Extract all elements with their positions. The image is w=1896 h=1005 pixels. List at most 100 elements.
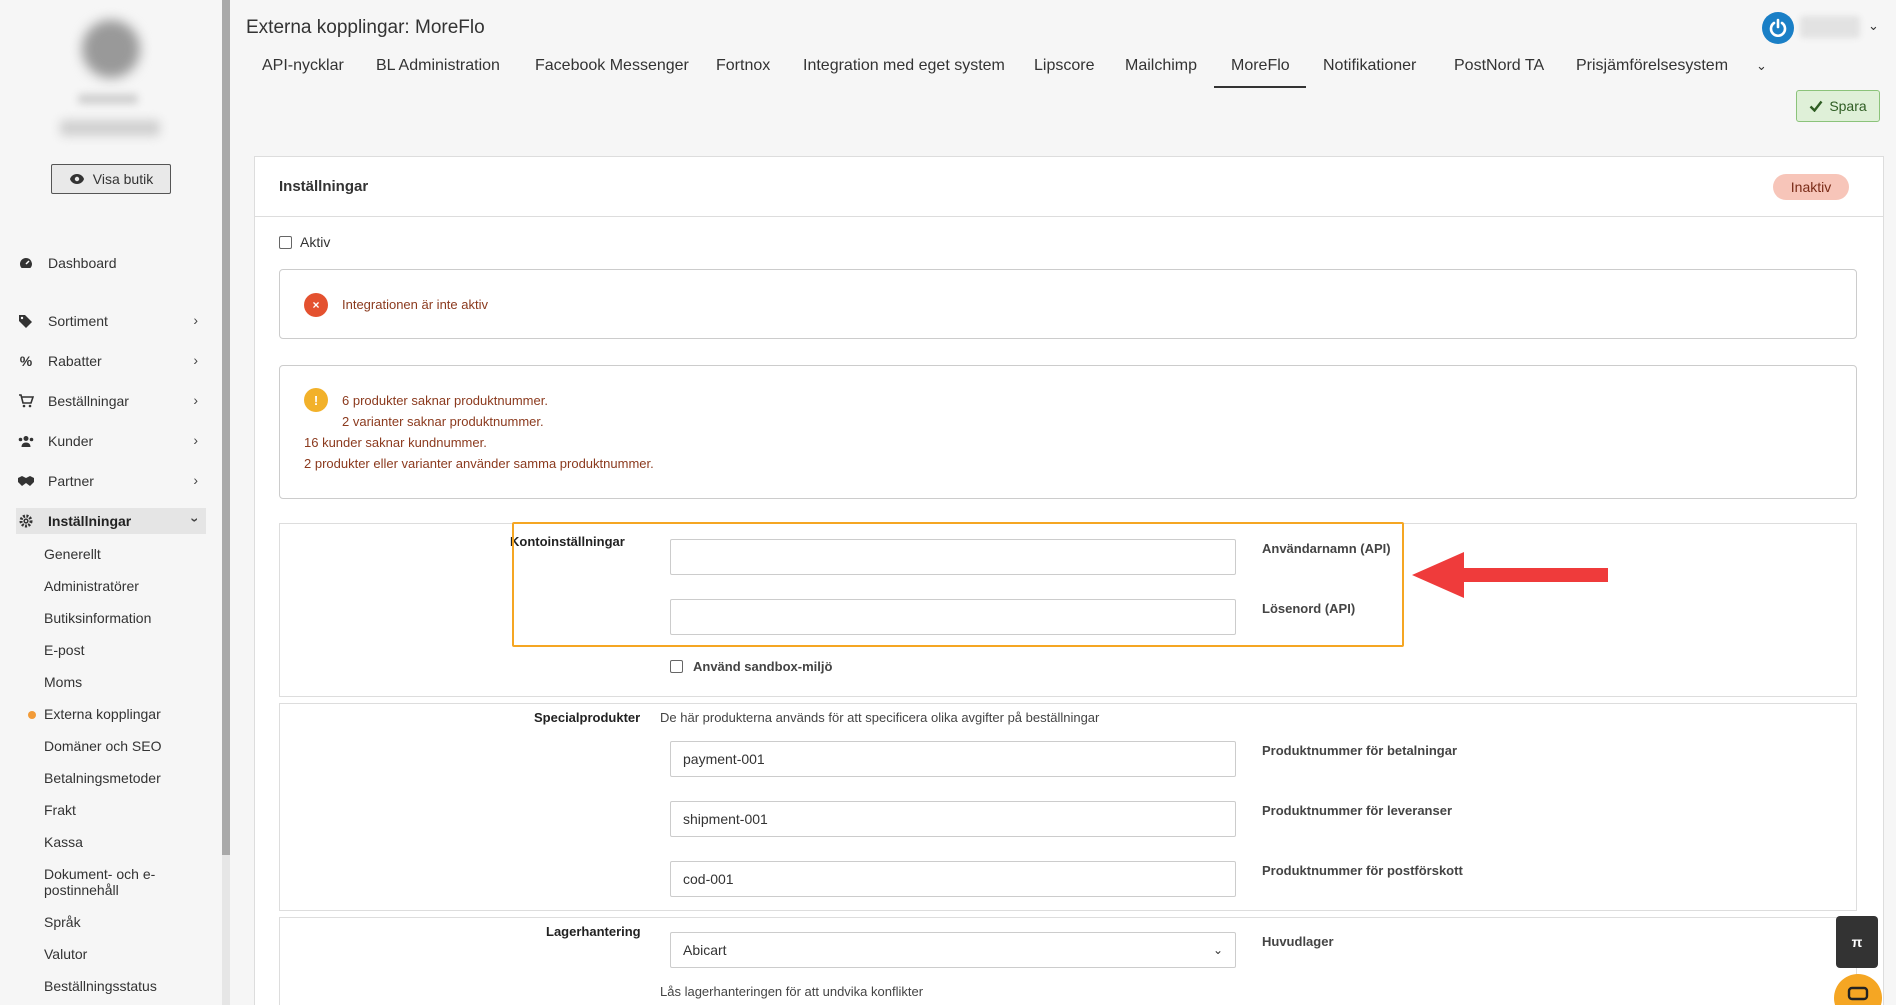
- sidebar-sub-kassa[interactable]: Kassa: [44, 834, 194, 850]
- sidebar-sub-sprak[interactable]: Språk: [44, 914, 194, 930]
- dashboard-icon: [16, 257, 36, 269]
- sidebar-item-label: Kunder: [48, 433, 94, 449]
- eye-icon: [69, 174, 84, 184]
- chevron-right-icon: ›: [193, 352, 198, 368]
- main-stock-select[interactable]: Abicart ⌄: [670, 932, 1236, 968]
- scrollbar-thumb[interactable]: [222, 0, 230, 855]
- chevron-down-icon: ›: [187, 517, 204, 523]
- main-stock-selected: Abicart: [683, 942, 727, 958]
- page-title: Externa kopplingar: MoreFlo: [246, 17, 485, 38]
- warning-alert: ! 6 produkter saknar produktnummer. 2 va…: [279, 365, 1857, 499]
- avatar: [82, 20, 140, 78]
- tab-prisjamforelsesystem[interactable]: Prisjämförelsesystem: [1576, 57, 1728, 75]
- special-description: De här produkterna används för att speci…: [660, 710, 1100, 725]
- cod-product-label: Produktnummer för postförskott: [1262, 863, 1463, 878]
- stock-section-label: Lagerhantering: [546, 924, 641, 939]
- sidebar-sub-frakt[interactable]: Frakt: [44, 802, 194, 818]
- sandbox-checkbox-row[interactable]: Använd sandbox-miljö: [670, 659, 832, 674]
- aktiv-label: Aktiv: [300, 234, 331, 250]
- chevron-right-icon: ›: [193, 472, 198, 488]
- gear-icon: [16, 514, 36, 528]
- tab-api-nycklar[interactable]: API-nycklar: [262, 57, 344, 75]
- check-icon: [1809, 100, 1823, 112]
- stock-lock-note: Lås lagerhanteringen för att undvika kon…: [660, 984, 924, 999]
- sidebar-item-label: Rabatter: [48, 353, 102, 369]
- chevron-down-icon: ⌄: [1212, 943, 1223, 957]
- tab-lipscore[interactable]: Lipscore: [1034, 57, 1094, 75]
- sidebar-scrollbar[interactable]: [222, 0, 230, 1005]
- tabs-more-chevron-icon[interactable]: ⌄: [1756, 58, 1767, 74]
- tags-icon: [16, 314, 36, 328]
- sidebar-item-bestallningar[interactable]: Beställningar ›: [16, 388, 206, 414]
- sidebar-sub-domaner-seo[interactable]: Domäner och SEO: [44, 738, 194, 754]
- sidebar-item-label: Inställningar: [48, 513, 132, 529]
- aktiv-checkbox-row[interactable]: Aktiv: [279, 234, 330, 250]
- sidebar-item-dashboard[interactable]: Dashboard: [16, 250, 206, 276]
- payment-product-input[interactable]: [670, 741, 1236, 777]
- shipment-product-label: Produktnummer för leveranser: [1262, 803, 1453, 818]
- chevron-right-icon: ›: [193, 432, 198, 448]
- sidebar-item-installningar[interactable]: Inställningar ›: [16, 508, 206, 534]
- sandbox-label: Använd sandbox-miljö: [693, 659, 833, 674]
- error-message: Integrationen är inte aktiv: [342, 297, 488, 312]
- spara-button[interactable]: Spara: [1796, 90, 1880, 122]
- sidebar-sub-betalningsmetoder[interactable]: Betalningsmetoder: [44, 770, 194, 786]
- chevron-right-icon: ›: [193, 392, 198, 408]
- tab-fortnox[interactable]: Fortnox: [716, 57, 770, 75]
- stock-section: Lagerhantering Abicart ⌄ Huvudlager Lås …: [279, 917, 1857, 1005]
- handshake-icon: [16, 475, 36, 487]
- user-name-blurred[interactable]: [1800, 16, 1860, 38]
- sidebar-sub-valutor[interactable]: Valutor: [44, 946, 194, 962]
- sidebar-sub-bestallningsstatus[interactable]: Beställningsstatus: [44, 978, 194, 994]
- sidebar-item-sortiment[interactable]: Sortiment ›: [16, 308, 206, 334]
- error-alert: × Integrationen är inte aktiv: [279, 269, 1857, 339]
- tab-moreflo[interactable]: MoreFlo: [1231, 57, 1290, 75]
- active-tab-indicator: [1214, 86, 1306, 88]
- sandbox-checkbox[interactable]: [670, 660, 683, 673]
- sidebar-item-label: Dashboard: [48, 255, 117, 271]
- special-section-label: Specialprodukter: [534, 710, 641, 725]
- sidebar-sub-butiksinformation[interactable]: Butiksinformation: [44, 610, 194, 626]
- chevron-right-icon: ›: [193, 312, 198, 328]
- sidebar-sub-moms[interactable]: Moms: [44, 674, 194, 690]
- special-products-section: Specialprodukter De här produkterna anvä…: [279, 703, 1857, 911]
- warning-line: 2 produkter eller varianter använder sam…: [304, 456, 654, 471]
- tab-notifikationer[interactable]: Notifikationer: [1323, 57, 1416, 75]
- visa-butik-button[interactable]: Visa butik: [51, 164, 171, 194]
- sidebar-sub-epost[interactable]: E-post: [44, 642, 194, 658]
- sidebar-sub-generellt[interactable]: Generellt: [44, 546, 194, 562]
- store-info-blurred: [60, 120, 160, 136]
- tab-facebook-messenger[interactable]: Facebook Messenger: [535, 57, 689, 75]
- sidebar-sub-dokument[interactable]: Dokument- och e-postinnehåll: [44, 866, 174, 898]
- sidebar-sub-administratorer[interactable]: Administratörer: [44, 578, 194, 594]
- panel-title: Inställningar: [279, 178, 369, 195]
- main-stock-label: Huvudlager: [1262, 934, 1334, 949]
- power-icon[interactable]: [1762, 12, 1794, 44]
- tab-mailchimp[interactable]: Mailchimp: [1125, 57, 1197, 75]
- sidebar-item-partner[interactable]: Partner ›: [16, 468, 206, 494]
- store-name-blurred: [78, 94, 138, 104]
- sidebar-sub-externa-kopplingar[interactable]: Externa kopplingar: [28, 706, 194, 722]
- tab-bl-administration[interactable]: BL Administration: [376, 57, 500, 75]
- chevron-down-icon[interactable]: ⌄: [1868, 18, 1879, 34]
- error-x-icon: ×: [304, 293, 328, 317]
- sidebar-item-kunder[interactable]: Kunder ›: [16, 428, 206, 454]
- cod-product-input[interactable]: [670, 861, 1236, 897]
- shipment-product-input[interactable]: [670, 801, 1236, 837]
- spara-label: Spara: [1829, 98, 1867, 114]
- sidebar: Visa butik Dashboard Sortiment › % Rabat…: [0, 0, 222, 1005]
- warning-exclamation-icon: !: [304, 388, 328, 412]
- warning-line: 6 produkter saknar produktnummer.: [342, 393, 548, 408]
- sidebar-item-label: Beställningar: [48, 393, 129, 409]
- users-icon: [16, 435, 36, 447]
- sidebar-item-label: Partner: [48, 473, 94, 489]
- tab-postnord-ta[interactable]: PostNord TA: [1454, 57, 1544, 75]
- sidebar-item-rabatter[interactable]: % Rabatter ›: [16, 348, 206, 374]
- warning-line: 16 kunder saknar kundnummer.: [304, 435, 487, 450]
- tab-integration-eget-system[interactable]: Integration med eget system: [803, 57, 1005, 75]
- pi-button[interactable]: π: [1836, 916, 1878, 968]
- aktiv-checkbox[interactable]: [279, 235, 292, 249]
- highlight-box: [512, 522, 1404, 647]
- visa-butik-label: Visa butik: [92, 171, 154, 187]
- sidebar-item-label: Sortiment: [48, 313, 108, 329]
